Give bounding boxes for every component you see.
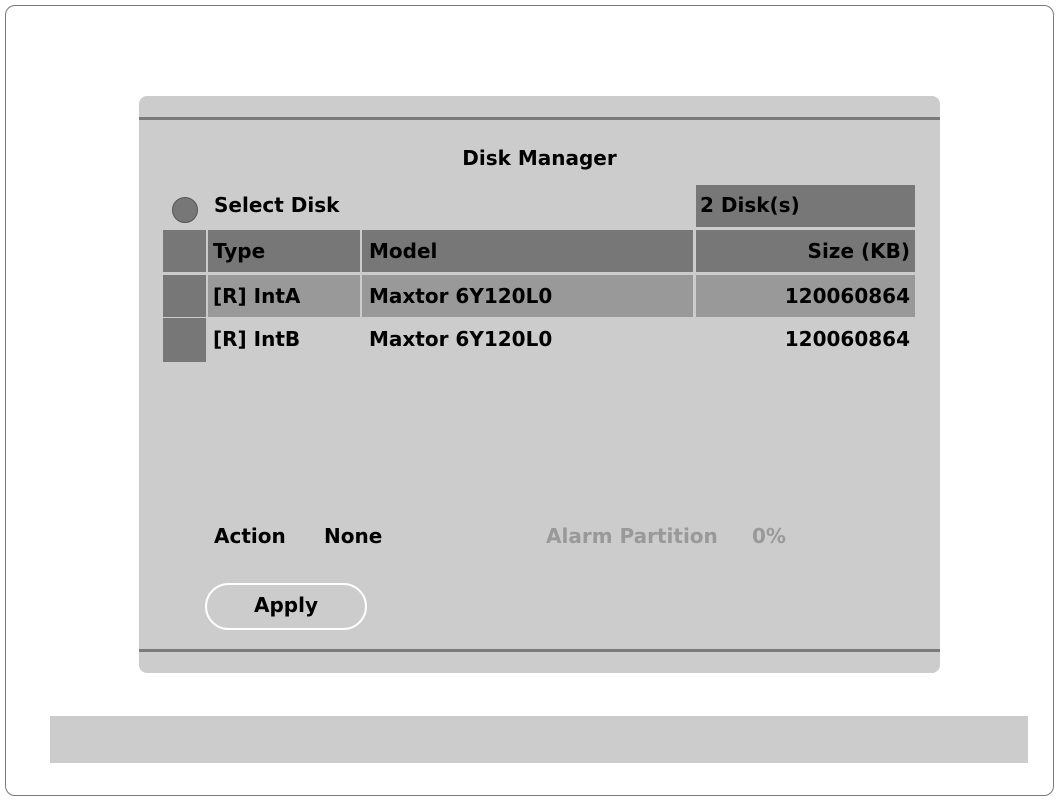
header-marker [163,230,206,272]
apply-button[interactable]: Apply [205,583,367,630]
bottom-divider [139,649,940,652]
alarm-partition-label: Alarm Partition [546,524,718,548]
table-row-model[interactable]: Maxtor 6Y120L0 [362,275,693,317]
radio-circle-icon[interactable] [172,197,198,223]
disk-manager-panel: Disk Manager Select Disk 2 Disk(s) Type … [139,96,940,673]
table-row-model[interactable]: Maxtor 6Y120L0 [362,318,693,362]
action-label: Action [214,524,286,548]
action-select[interactable]: None [324,524,382,548]
column-header-size: Size (KB) [696,230,915,272]
row-marker[interactable] [163,275,206,317]
table-row-size[interactable]: 120060864 [696,318,915,362]
table-row-type[interactable]: [R] IntB [208,318,360,362]
status-bar [50,716,1028,763]
column-header-model: Model [362,230,693,272]
select-disk-label[interactable]: Select Disk [214,193,339,217]
top-divider [139,117,940,120]
table-row-size[interactable]: 120060864 [696,275,915,317]
column-header-type: Type [208,230,360,272]
alarm-partition-value: 0% [752,524,786,548]
disk-count-badge: 2 Disk(s) [696,185,915,227]
table-row-type[interactable]: [R] IntA [208,275,360,317]
page-title: Disk Manager [462,146,617,170]
row-marker[interactable] [163,318,206,362]
